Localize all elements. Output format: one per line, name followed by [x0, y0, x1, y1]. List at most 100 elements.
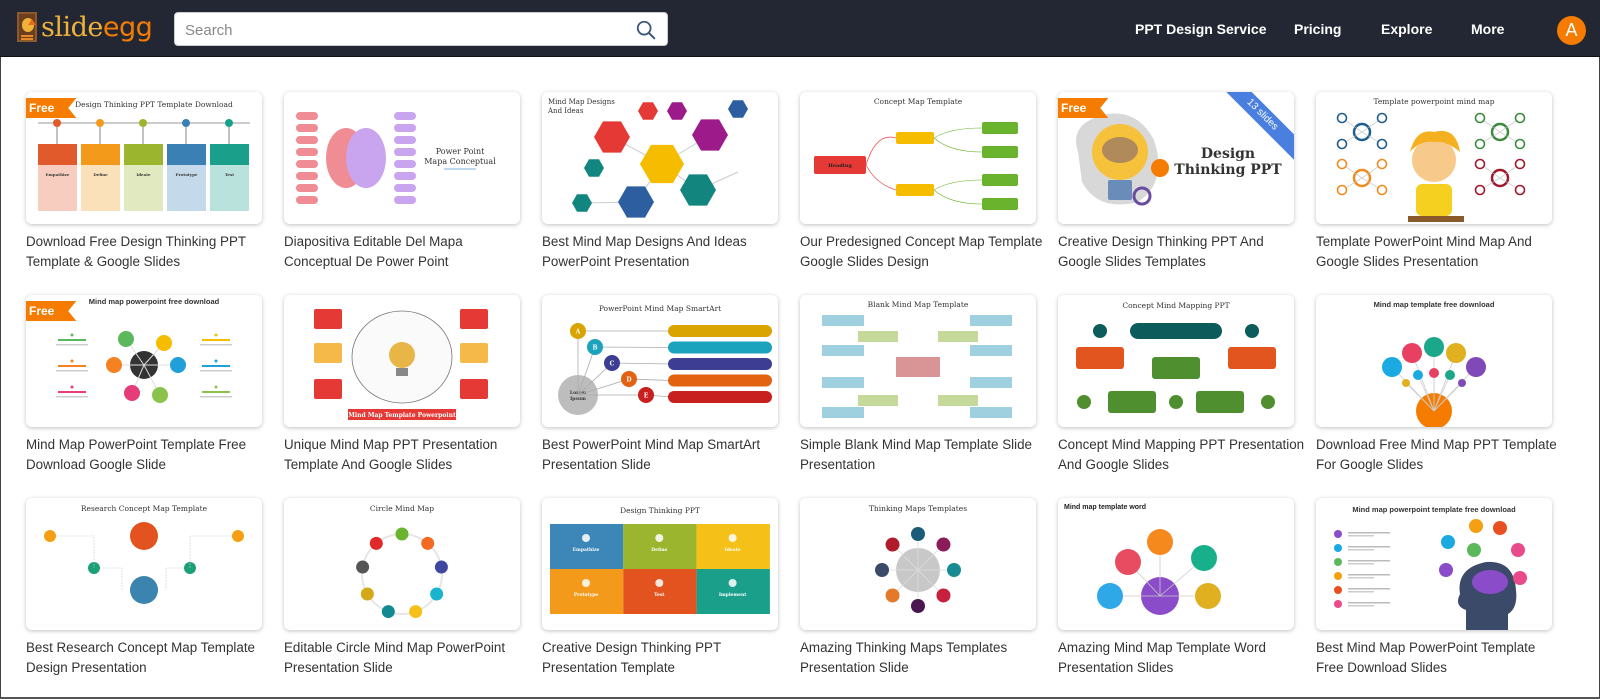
list-bullet — [1334, 544, 1342, 552]
template-thumbnail[interactable]: PowerPoint Mind Map SmartArtLoremIpsumAB… — [542, 295, 778, 427]
search-icon[interactable] — [635, 19, 657, 41]
template-thumbnail[interactable]: Mind map template free download — [1316, 295, 1552, 427]
template-thumbnail[interactable]: Mind Map Template Powerpoint — [284, 295, 520, 427]
list-bullet — [1334, 558, 1342, 566]
template-thumbnail[interactable]: Design Thinking PPT Template Download Emp… — [26, 92, 262, 224]
thumbnail-heading: Template powerpoint mind map — [1373, 97, 1494, 106]
piece-label: Implement — [719, 592, 747, 598]
nav-pricing[interactable]: Pricing — [1294, 21, 1341, 37]
caption-box — [314, 379, 342, 399]
icon-node — [1245, 324, 1259, 338]
template-thumbnail[interactable]: Design Thinking PPT Free 13 slides — [1058, 92, 1294, 224]
hex-node — [667, 102, 687, 120]
template-title[interactable]: Simple Blank Mind Map Template Slide Pre… — [800, 435, 1050, 475]
icon-circle — [1147, 529, 1173, 555]
template-title[interactable]: Template PowerPoint Mind Map And Google … — [1316, 232, 1566, 272]
template-title[interactable]: Best Research Concept Map Template Desig… — [26, 638, 276, 678]
hub-node — [124, 385, 140, 401]
template-thumbnail[interactable]: Thinking Maps Templates — [800, 498, 1036, 630]
lorem-node — [394, 160, 416, 168]
template-title[interactable]: Editable Circle Mind Map PowerPoint Pres… — [284, 638, 534, 678]
template-title[interactable]: Our Predesigned Concept Map Template Goo… — [800, 232, 1050, 272]
leaf-box — [970, 315, 1012, 326]
puzzle-piece — [550, 524, 624, 569]
heading-label: Heading — [828, 163, 852, 169]
template-title[interactable]: Creative Design Thinking PPT Presentatio… — [542, 638, 792, 678]
stage-header — [81, 144, 120, 165]
thumbnail-heading: Blank Mind Map Template — [868, 300, 969, 309]
template-thumbnail[interactable]: Mind map powerpoint free download Free — [26, 295, 262, 427]
stage-header — [124, 144, 163, 165]
template-thumbnail[interactable]: Research Concept Map Template — [26, 498, 262, 630]
template-thumbnail[interactable]: Blank Mind Map Template — [800, 295, 1036, 427]
slideegg-logo[interactable]: slideegg — [17, 10, 153, 44]
template-title[interactable]: Creative Design Thinking PPT And Google … — [1058, 232, 1308, 272]
template-thumbnail[interactable]: Circle Mind Map — [284, 498, 520, 630]
thumbnail-preview: Research Concept Map Template — [44, 504, 244, 604]
search-input[interactable] — [185, 19, 615, 41]
nav-more[interactable]: More — [1471, 21, 1504, 37]
template-title[interactable]: Best PowerPoint Mind Map SmartArt Presen… — [542, 435, 792, 475]
template-title[interactable]: Diapositiva Editable Del Mapa Conceptual… — [284, 232, 534, 272]
hex-node — [728, 100, 748, 118]
template-thumbnail[interactable]: Mind Map Designs And Ideas — [542, 92, 778, 224]
piece-icon — [582, 579, 590, 587]
list-bullet — [1334, 572, 1342, 580]
leaf-box — [982, 174, 1018, 186]
list-text — [1348, 549, 1374, 551]
leaf-box — [970, 345, 1012, 356]
bullet — [214, 359, 218, 363]
template-title[interactable]: Download Free Design Thinking PPT Templa… — [26, 232, 276, 272]
letter-label: D — [626, 377, 631, 384]
template-thumbnail[interactable]: Mind map powerpoint template free downlo… — [1316, 498, 1552, 630]
boy-shirt — [1416, 184, 1452, 216]
template-thumbnail[interactable]: Concept Map Template Heading — [800, 92, 1036, 224]
bulb-base — [1108, 180, 1132, 200]
template-title[interactable]: Best Mind Map PowerPoint Template Free D… — [1316, 638, 1566, 678]
hub-node — [152, 387, 168, 403]
lorem-node — [394, 112, 416, 120]
orbit-node — [381, 605, 395, 619]
list-text — [1348, 532, 1390, 534]
puzzle-piece — [623, 524, 697, 569]
lorem-node — [296, 172, 318, 180]
mind-subnode — [1336, 184, 1348, 196]
nav-ppt-design-service[interactable]: PPT Design Service — [1135, 21, 1267, 37]
orbit-node — [395, 527, 409, 541]
brain-right — [346, 128, 386, 188]
stage-label: Define — [93, 172, 108, 177]
mind-subnode — [1336, 158, 1348, 170]
piece-label: Empathize — [573, 547, 600, 553]
brain — [1472, 570, 1508, 594]
template-title[interactable]: Amazing Thinking Maps Templates Presenta… — [800, 638, 1050, 678]
connector — [933, 137, 983, 153]
coin-icon — [1151, 159, 1169, 177]
list-text — [1348, 535, 1374, 537]
lorem-node — [394, 196, 416, 204]
hub-node — [118, 331, 134, 347]
user-avatar[interactable]: A — [1557, 16, 1586, 45]
connector — [594, 346, 673, 348]
template-title[interactable]: Unique Mind Map PPT Presentation Templat… — [284, 435, 534, 475]
stage-header — [210, 144, 249, 165]
template-title[interactable]: Amazing Mind Map Template Word Presentat… — [1058, 638, 1308, 678]
template-thumbnail[interactable]: Mind map template word — [1058, 498, 1294, 630]
thumbnail-preview: Template powerpoint mind map — [1336, 97, 1526, 222]
ring-node — [885, 537, 900, 552]
template-title[interactable]: Concept Mind Mapping PPT Presentation An… — [1058, 435, 1308, 475]
top-navbar: slideegg PPT Design Service Pricing Expl… — [0, 0, 1600, 57]
mind-subnode — [1474, 158, 1486, 170]
orbit-node — [369, 536, 383, 550]
orbit-node — [430, 587, 444, 601]
template-thumbnail[interactable]: Concept Mind Mapping PPT — [1058, 295, 1294, 427]
bottom-node — [1196, 391, 1244, 413]
template-thumbnail[interactable]: Design Thinking PPT Empathize Define Ideate… — [542, 498, 778, 630]
template-thumbnail[interactable]: Power Point Mapa Conceptual — [284, 92, 520, 224]
bullet — [214, 385, 218, 389]
template-title[interactable]: Download Free Mind Map PPT Template For … — [1316, 435, 1566, 475]
template-title[interactable]: Mind Map PowerPoint Template Free Downlo… — [26, 435, 276, 475]
fan-node — [1413, 370, 1423, 380]
template-title[interactable]: Best Mind Map Designs And Ideas PowerPoi… — [542, 232, 792, 272]
template-thumbnail[interactable]: Template powerpoint mind map — [1316, 92, 1552, 224]
nav-explore[interactable]: Explore — [1381, 21, 1432, 37]
